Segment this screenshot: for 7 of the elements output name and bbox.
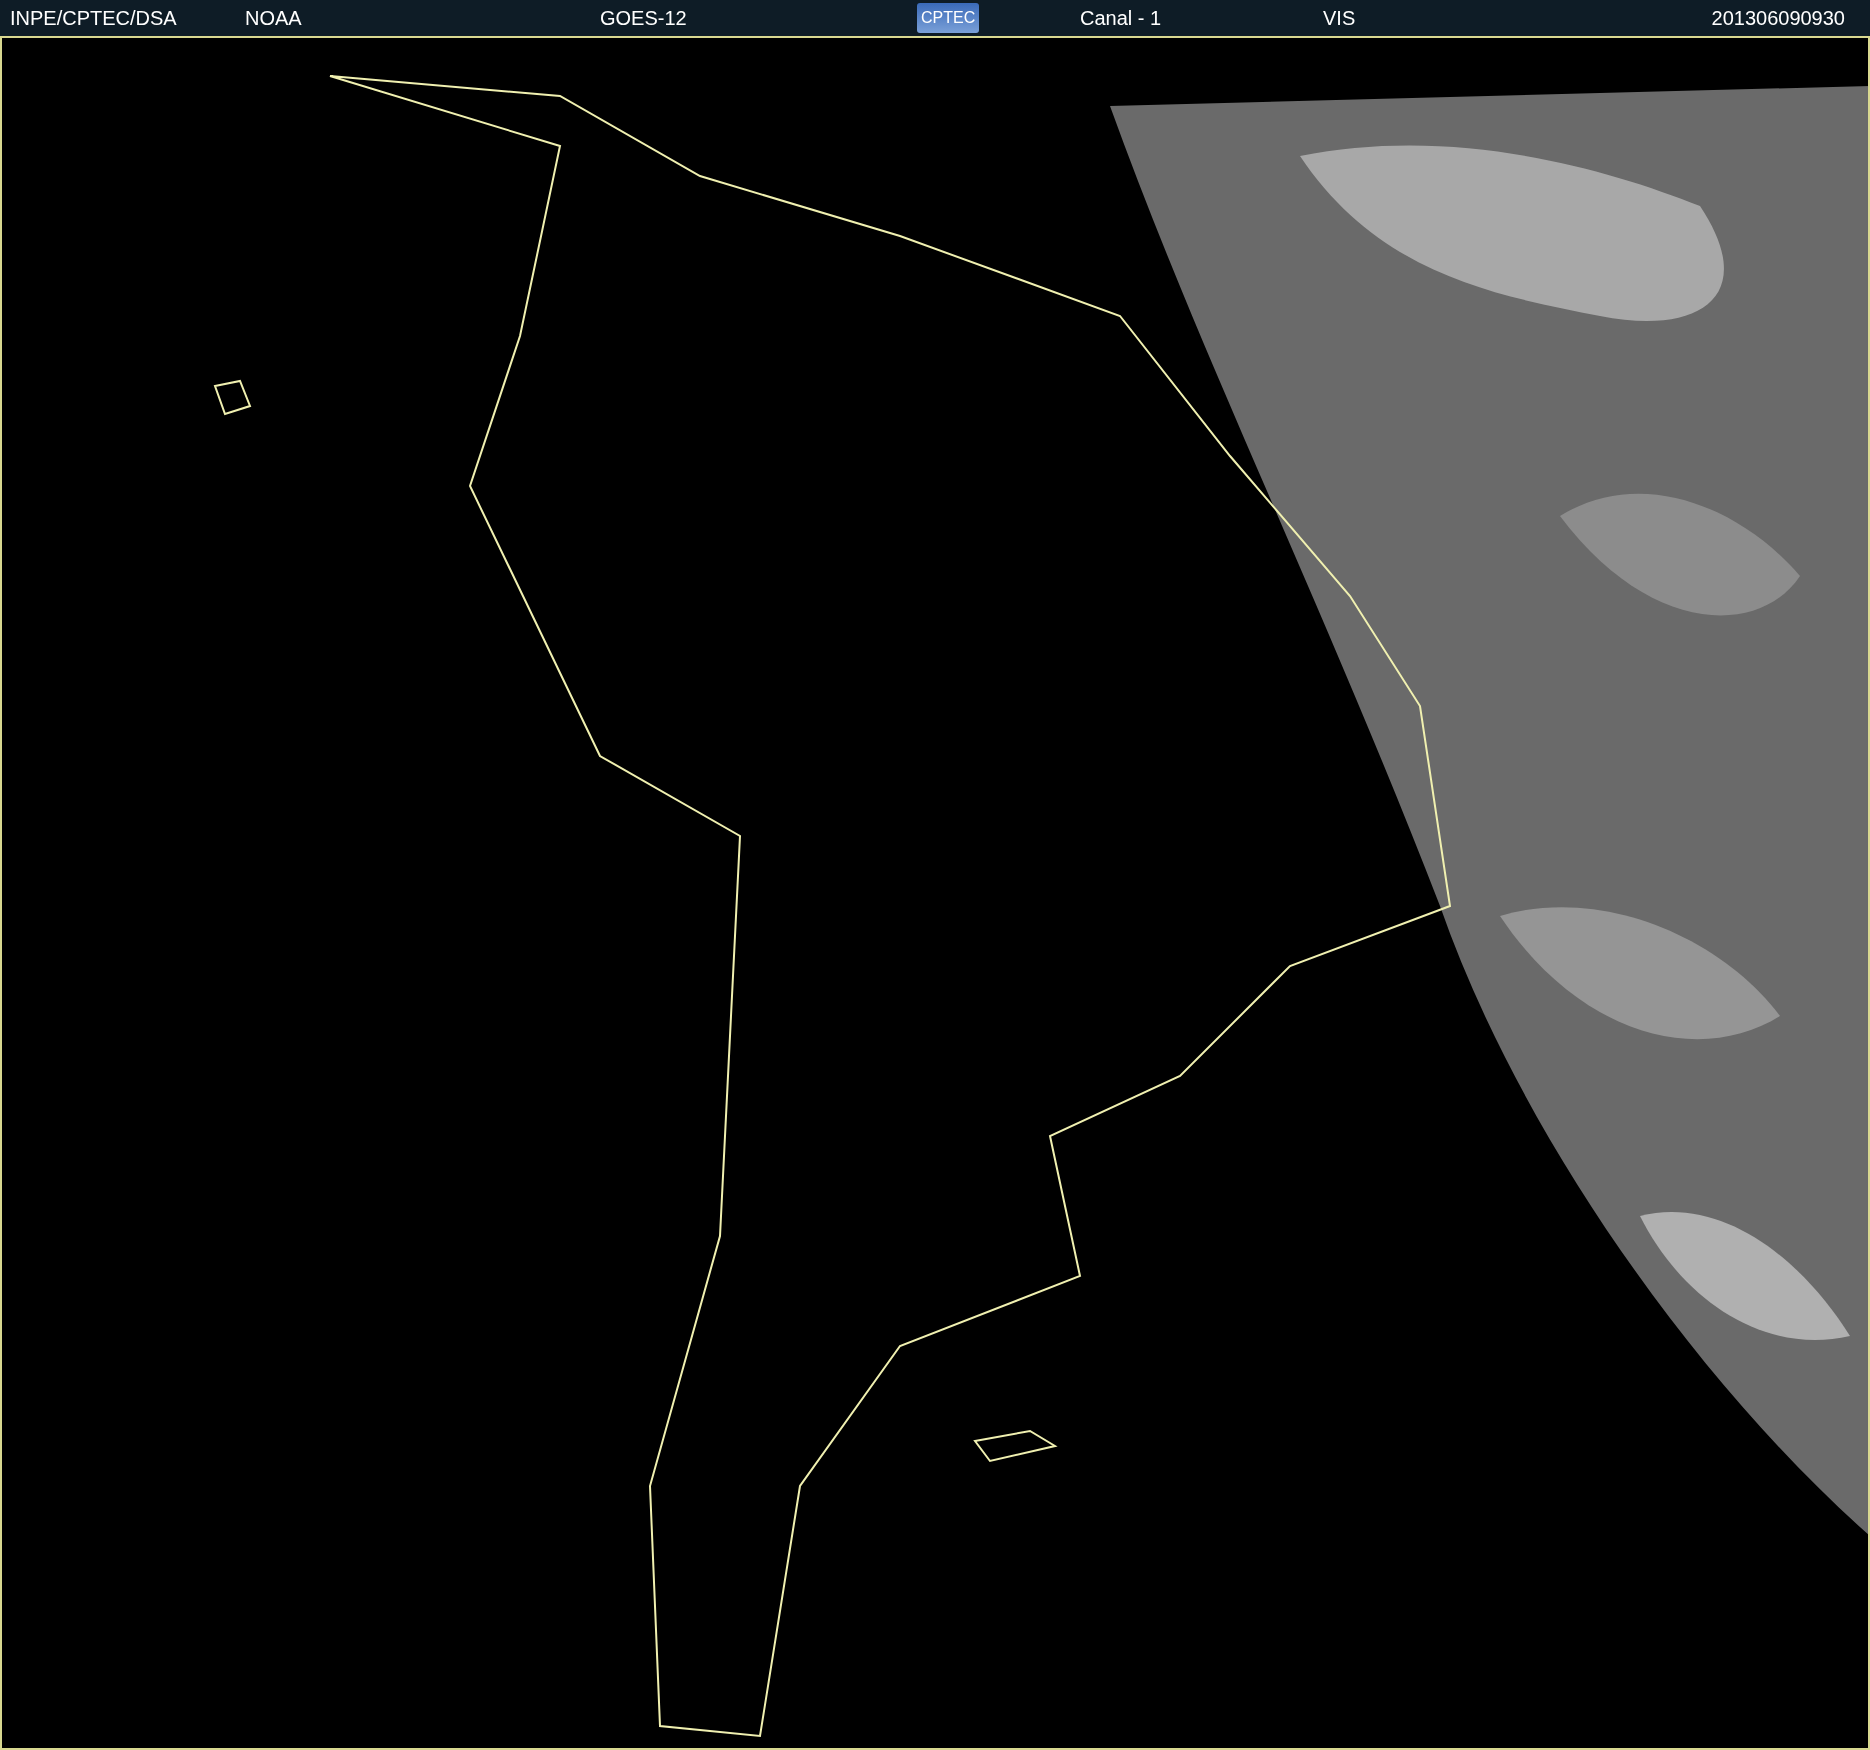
source-label: INPE/CPTEC/DSA bbox=[9, 6, 177, 30]
timestamp-label: 201306090930 bbox=[1711, 6, 1846, 30]
channel-label: Canal - 1 bbox=[1080, 6, 1162, 30]
band-label: VIS bbox=[1323, 6, 1356, 30]
satellite-label: GOES-12 bbox=[600, 6, 687, 30]
agency-label: NOAA bbox=[245, 6, 302, 30]
logo: CPTEC bbox=[917, 3, 980, 33]
